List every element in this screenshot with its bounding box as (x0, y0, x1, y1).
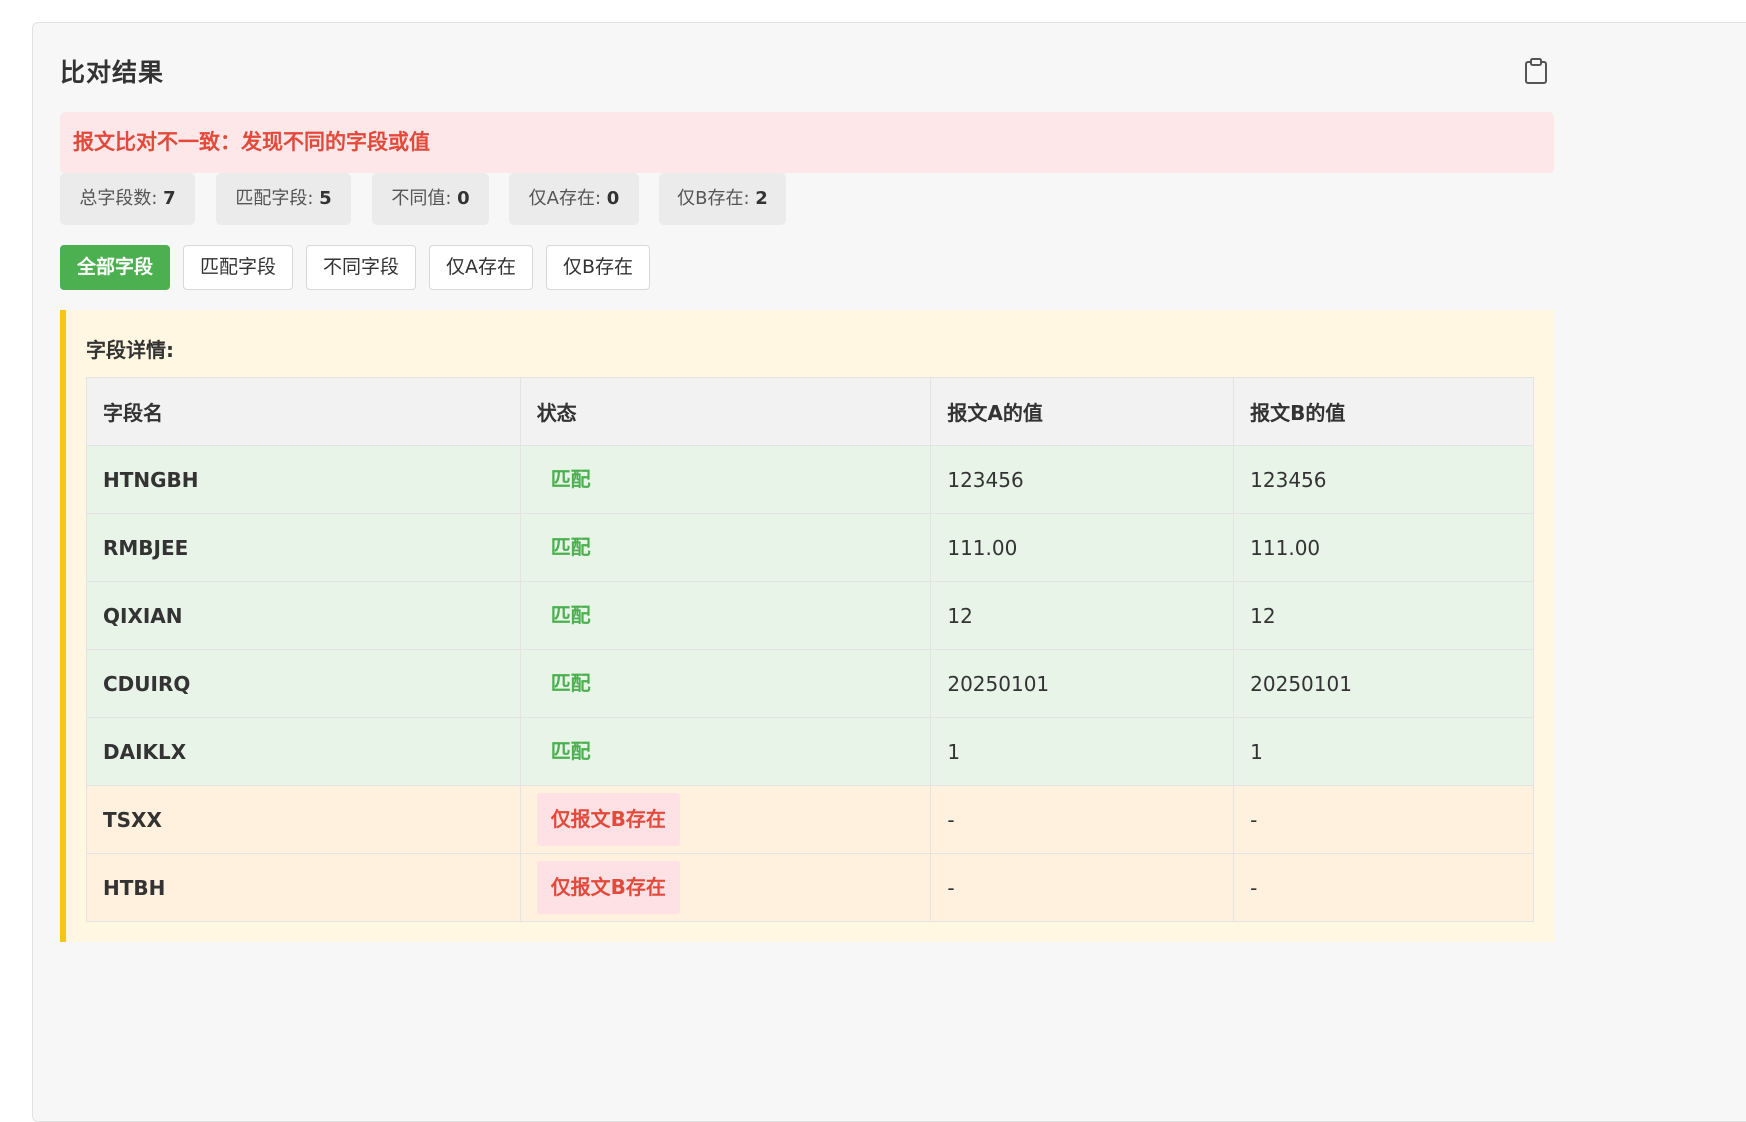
field-name-cell: TSXX (86, 785, 521, 854)
value-a-cell: - (930, 853, 1235, 922)
value-b-cell: 12 (1233, 581, 1534, 650)
detail-title: 字段详情: (86, 338, 174, 362)
field-name-cell: QIXIAN (86, 581, 521, 650)
value-b-cell: - (1233, 785, 1534, 854)
column-header-status: 状态 (519, 377, 932, 446)
value-a-cell: 12 (930, 581, 1235, 650)
field-name-cell: CDUIRQ (86, 649, 521, 718)
column-header-field-name: 字段名 (86, 377, 521, 446)
status-badge: 仅报文B存在 (536, 861, 680, 914)
stat-total-fields: 总字段数: 7 (60, 173, 195, 225)
panel-title: 比对结果 (60, 58, 165, 87)
clipboard-icon[interactable] (1523, 57, 1549, 85)
stat-different-values: 不同值: 0 (372, 173, 489, 225)
table-row: DAIKLX 匹配 1 1 (86, 717, 1534, 786)
status-cell: 匹配 (519, 445, 932, 514)
value-a-cell: - (930, 785, 1235, 854)
value-b-cell: 20250101 (1233, 649, 1534, 718)
table-row: CDUIRQ 匹配 20250101 20250101 (86, 649, 1534, 718)
stat-only-b: 仅B存在: 2 (659, 173, 786, 225)
value-a-cell: 1 (930, 717, 1235, 786)
column-header-value-b: 报文B的值 (1233, 377, 1534, 446)
status-badge: 仅报文B存在 (536, 793, 680, 846)
mismatch-alert: 报文比对不一致：发现不同的字段或值 (60, 112, 1554, 173)
filter-matched-button[interactable]: 匹配字段 (183, 245, 293, 290)
table-row: HTBH 仅报文B存在 - - (86, 853, 1534, 922)
value-b-cell: - (1233, 853, 1534, 922)
value-a-cell: 123456 (930, 445, 1235, 514)
filter-only-b-button[interactable]: 仅B存在 (546, 245, 650, 290)
table-row: HTNGBH 匹配 123456 123456 (86, 445, 1534, 514)
field-detail-table: 字段名 状态 报文A的值 报文B的值 HTNGBH 匹配 123456 1234… (86, 377, 1534, 922)
value-b-cell: 111.00 (1233, 513, 1534, 582)
status-cell: 匹配 (519, 513, 932, 582)
table-header-row: 字段名 状态 报文A的值 报文B的值 (86, 377, 1534, 446)
value-a-cell: 20250101 (930, 649, 1235, 718)
status-cell: 匹配 (519, 649, 932, 718)
table-row: TSXX 仅报文B存在 - - (86, 785, 1534, 854)
stat-matched-fields: 匹配字段: 5 (216, 173, 351, 225)
status-cell: 仅报文B存在 (519, 853, 932, 922)
column-header-value-a: 报文A的值 (930, 377, 1235, 446)
status-cell: 匹配 (519, 581, 932, 650)
filter-only-a-button[interactable]: 仅A存在 (429, 245, 533, 290)
status-badge: 匹配 (550, 739, 591, 763)
value-a-cell: 111.00 (930, 513, 1235, 582)
field-detail-section: 字段详情: 字段名 状态 报文A的值 报文B的值 HTNGBH 匹配 12345… (60, 310, 1554, 942)
value-b-cell: 123456 (1233, 445, 1534, 514)
status-badge: 匹配 (550, 535, 591, 559)
field-name-cell: RMBJEE (86, 513, 521, 582)
status-cell: 匹配 (519, 717, 932, 786)
status-badge: 匹配 (550, 467, 591, 491)
status-badge: 匹配 (550, 603, 591, 627)
table-row: RMBJEE 匹配 111.00 111.00 (86, 513, 1534, 582)
filter-all-fields-button[interactable]: 全部字段 (60, 245, 170, 290)
stat-only-a: 仅A存在: 0 (509, 173, 639, 225)
value-b-cell: 1 (1233, 717, 1534, 786)
field-name-cell: HTBH (86, 853, 521, 922)
field-name-cell: HTNGBH (86, 445, 521, 514)
table-row: QIXIAN 匹配 12 12 (86, 581, 1534, 650)
status-cell: 仅报文B存在 (519, 785, 932, 854)
filter-different-button[interactable]: 不同字段 (306, 245, 416, 290)
field-name-cell: DAIKLX (86, 717, 521, 786)
status-badge: 匹配 (550, 671, 591, 695)
compare-result-panel: 比对结果 报文比对不一致：发现不同的字段或值 总字段数: 7 匹配字段: 5 不… (32, 22, 1746, 1122)
